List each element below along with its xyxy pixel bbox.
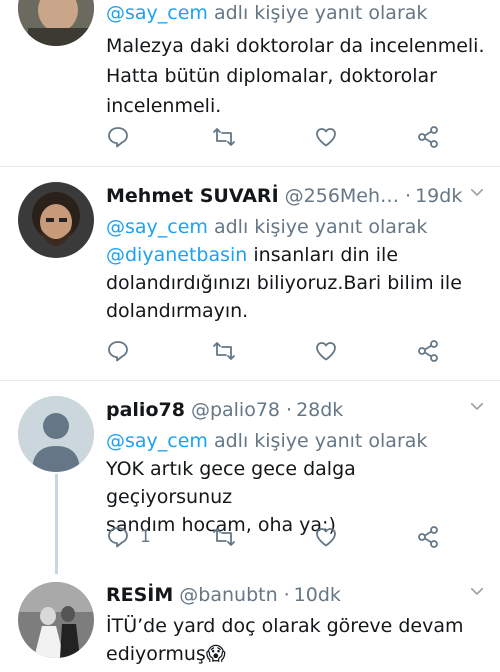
like-icon	[316, 128, 336, 147]
retweet-button[interactable]	[212, 336, 236, 366]
chevron-down-icon[interactable]	[468, 183, 486, 201]
reply-icon	[108, 527, 128, 548]
retweet-icon	[213, 342, 235, 360]
like-button[interactable]	[314, 336, 338, 366]
reply-count: 1	[140, 527, 151, 547]
reply-context: @say_cem adlı kişiye yanıt olarak	[106, 216, 428, 238]
avatar[interactable]	[18, 582, 94, 658]
like-icon	[316, 342, 336, 361]
tweet-text: Malezya daki doktorolar da incelenmeli. …	[106, 35, 485, 117]
display-name[interactable]: palio78	[106, 399, 185, 421]
share-icon	[418, 126, 438, 148]
user-handle[interactable]: @banubtn	[179, 584, 277, 606]
display-name[interactable]: RESİM	[106, 584, 173, 606]
retweet-icon	[213, 128, 235, 146]
action-bar: 1	[106, 522, 446, 552]
separator: ·	[283, 584, 290, 606]
user-handle[interactable]: @256Meh…	[285, 185, 399, 207]
tweet-header: RESİM @banubtn · 10dk	[106, 580, 486, 610]
display-name[interactable]: Mehmet SUVARİ	[106, 185, 279, 207]
tweet-1[interactable]: @say_cem adlı kişiye yanıt olarak Malezy…	[0, 0, 500, 165]
retweet-icon	[213, 528, 235, 546]
timestamp[interactable]: 10dk	[294, 584, 341, 606]
chevron-down-icon[interactable]	[468, 397, 486, 415]
tweet-text: İTÜ’de yard doç olarak göreve devam ediy…	[106, 615, 464, 665]
reply-button[interactable]	[106, 122, 130, 152]
tweet-4[interactable]: RESİM @banubtn · 10dk İTÜ’de yard doç ol…	[0, 574, 500, 672]
like-button[interactable]	[314, 122, 338, 152]
default-avatar[interactable]	[18, 396, 94, 472]
reply-mention[interactable]: @say_cem	[106, 2, 208, 24]
like-button[interactable]	[314, 522, 338, 552]
tweet-3[interactable]: palio78 @palio78 · 28dk @say_cem adlı ki…	[0, 381, 500, 574]
retweet-button[interactable]	[212, 522, 236, 552]
tweet-2[interactable]: Mehmet SUVARİ @256Meh… · 19dk @say_cem a…	[0, 167, 500, 380]
share-button[interactable]	[416, 522, 440, 552]
tweet-text: @diyanetbasin insanları din ile dolandır…	[106, 244, 462, 322]
action-bar	[106, 336, 446, 366]
tweet-header: Mehmet SUVARİ @256Meh… · 19dk	[106, 181, 486, 211]
tweet-feed: @say_cem adlı kişiye yanıt olarak Malezy…	[0, 0, 500, 672]
timestamp[interactable]: 28dk	[296, 399, 343, 421]
reply-mention[interactable]: @say_cem	[106, 430, 208, 452]
thread-connector	[55, 474, 58, 574]
tweet-header: palio78 @palio78 · 28dk	[106, 395, 486, 425]
separator: ·	[286, 399, 293, 421]
avatar[interactable]	[18, 182, 94, 258]
reply-icon	[108, 127, 128, 148]
reply-icon	[108, 341, 128, 362]
chevron-down-icon[interactable]	[468, 582, 486, 600]
share-button[interactable]	[416, 122, 440, 152]
separator: ·	[405, 185, 412, 207]
avatar[interactable]	[18, 0, 94, 46]
share-icon	[418, 340, 438, 362]
user-handle[interactable]: @palio78	[191, 399, 280, 421]
retweet-button[interactable]	[212, 122, 236, 152]
share-button[interactable]	[416, 336, 440, 366]
reply-button[interactable]	[106, 336, 130, 366]
mention-link[interactable]: @diyanetbasin	[106, 244, 247, 266]
action-bar	[106, 122, 446, 152]
like-icon	[316, 528, 336, 547]
reply-mention[interactable]: @say_cem	[106, 216, 208, 238]
share-icon	[418, 526, 438, 548]
timestamp[interactable]: 19dk	[415, 185, 462, 207]
reply-context: @say_cem adlı kişiye yanıt olarak	[106, 2, 428, 24]
reply-context: @say_cem adlı kişiye yanıt olarak	[106, 430, 428, 452]
reply-button[interactable]: 1	[106, 522, 151, 552]
